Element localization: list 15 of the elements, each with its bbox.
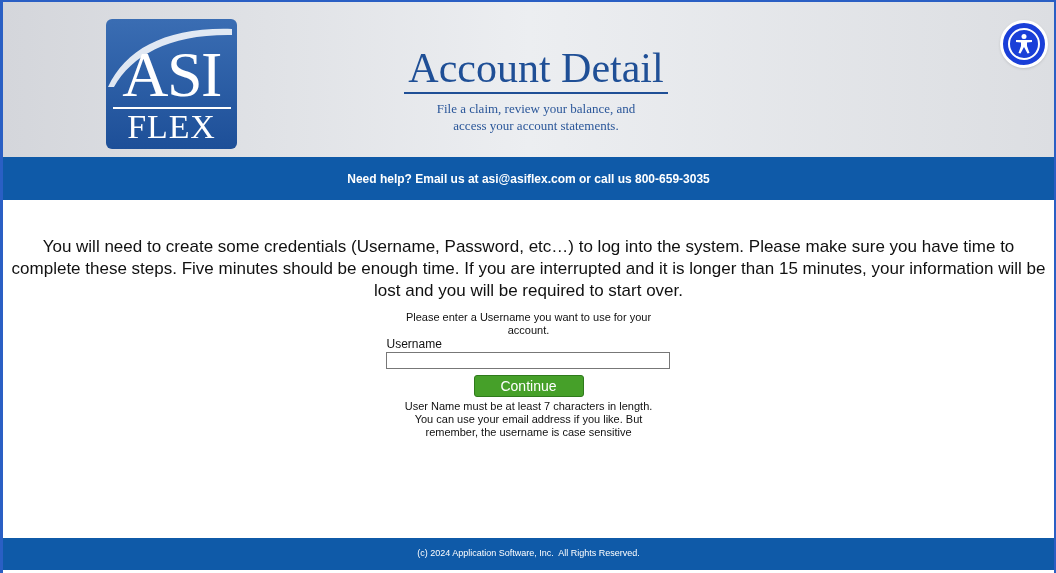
logo-text: FLEX [127,109,216,145]
copyright-text: (c) 2024 Application Software, Inc. All Rights Reserved. [417,547,640,561]
page-title: Account Detail [404,44,668,94]
accessibility-icon [1007,27,1041,61]
help-text: Need help? Email us at asi@asiflex.com or call us 800-659-3035 [347,170,710,188]
subtitle-text: File a claim, review your balance, and [436,100,636,117]
username-field[interactable] [385,352,670,369]
field-label: Username [386,338,443,351]
logo-text: ASI [122,45,221,105]
continue-button[interactable]: Continue [473,375,584,397]
prompt-text: Please enter a Username you want to use for your account. [404,311,653,337]
intro-paragraph: You will need to create some credentials (Username, Password, etc…) to log into the system. Please make sure you have time to complete these steps. Five minutes should be enough time. If you are interrupted and it is longer than 15 minutes, your information will be lost and you will be required to start over. [10,236,1047,302]
accessibility-button[interactable] [1000,20,1048,68]
subtitle-text: access your account statements. [453,117,619,134]
note-text: User Name must be at least 7 characters in length. You can use your email address if you like. But remember, the username is case sensitive [403,400,654,439]
